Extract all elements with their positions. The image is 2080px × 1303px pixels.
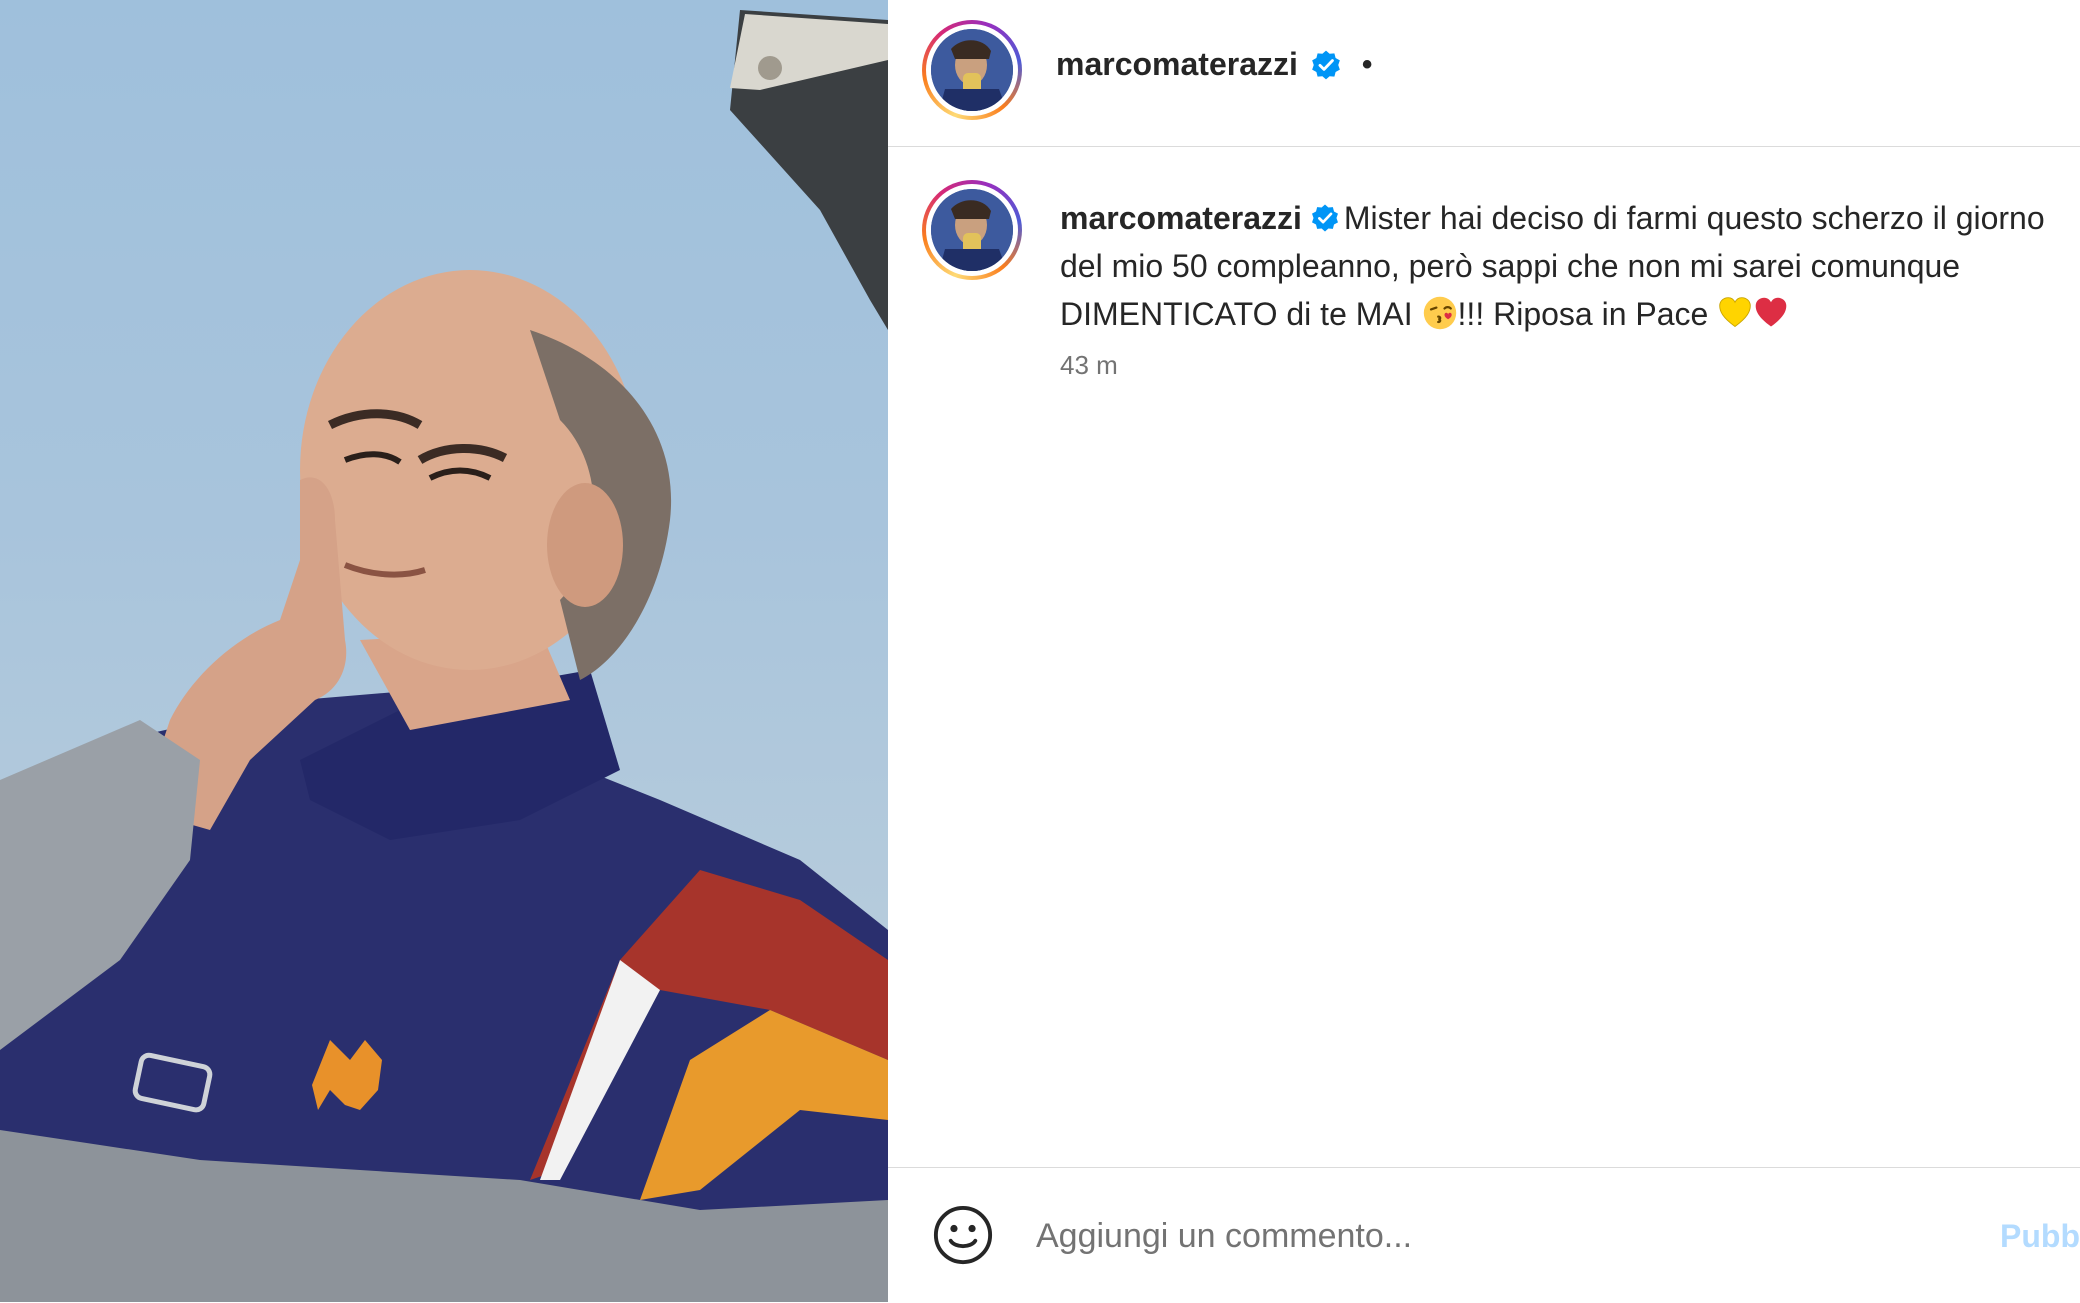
caption-text: marcomaterazzi Mister hai deciso di farmi… xyxy=(1060,194,2070,338)
post-header: marcomaterazzi • xyxy=(888,0,2080,147)
header-username[interactable]: marcomaterazzi xyxy=(1056,46,1298,83)
caption-avatar[interactable] xyxy=(922,180,1022,280)
story-ring-avatar[interactable] xyxy=(922,20,1022,120)
avatar xyxy=(931,29,1013,111)
emoji-smile-icon[interactable] xyxy=(932,1204,994,1266)
add-comment-bar: Pubblica xyxy=(888,1167,2080,1303)
post-timestamp[interactable]: 43 m xyxy=(1060,350,1118,381)
caption-username[interactable]: marcomaterazzi xyxy=(1060,200,1302,236)
post-image-illustration xyxy=(0,10,888,1302)
goal-post-bolt xyxy=(758,56,782,80)
header-separator: • xyxy=(1361,47,1373,81)
avatar xyxy=(931,189,1013,271)
ear xyxy=(547,483,623,607)
red-heart-emoji-icon xyxy=(1755,297,1787,327)
post-photo[interactable] xyxy=(0,0,888,1302)
yellow-heart-emoji-icon xyxy=(1719,297,1751,328)
verified-badge-icon xyxy=(1311,204,1338,232)
caption-body-part2: !!! Riposa in Pace xyxy=(1457,296,1718,332)
publish-button[interactable]: Pubblica xyxy=(2000,1218,2080,1255)
verified-badge-icon xyxy=(1312,50,1340,79)
comment-input[interactable] xyxy=(1034,1206,1918,1266)
kissing-face-emoji-icon xyxy=(1423,296,1456,330)
post-details-panel: marcomaterazzi • marcomaterazzi Mister ha… xyxy=(888,0,2080,1302)
